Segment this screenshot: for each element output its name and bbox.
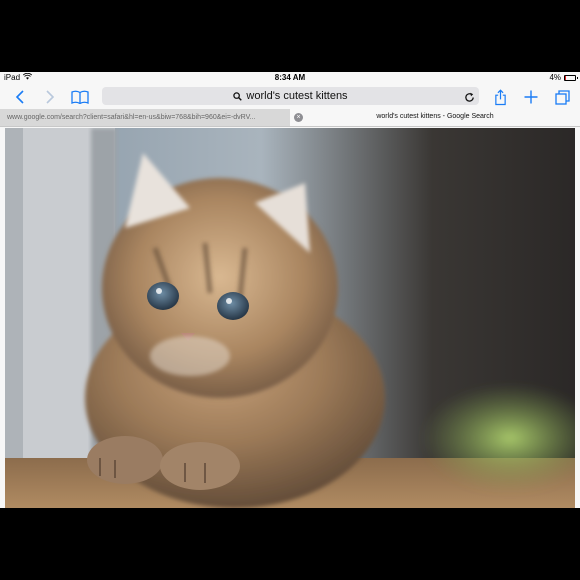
tab-title: world's cutest kittens - Google Search [376, 113, 494, 120]
tab-bar: www.google.com/search?client=safari&hl=e… [0, 109, 580, 127]
book-icon [71, 90, 89, 104]
ipad-screen: iPad 8:34 AM 4% world's cutest kittens w… [0, 72, 580, 508]
tab-title: www.google.com/search?client=safari&hl=e… [7, 114, 256, 121]
tabs-icon [554, 89, 570, 105]
address-text: world's cutest kittens [246, 90, 348, 102]
battery-percent: 4% [549, 73, 561, 82]
chevron-left-icon [15, 90, 24, 104]
kitten-image[interactable] [5, 128, 575, 508]
back-button[interactable] [10, 87, 30, 107]
kitten-photo [5, 128, 575, 508]
reload-button[interactable] [464, 90, 475, 108]
tab-kittens-search[interactable]: × world's cutest kittens - Google Search [290, 109, 580, 126]
reload-icon [465, 92, 474, 102]
tabs-button[interactable] [551, 87, 573, 107]
address-bar[interactable]: world's cutest kittens [102, 87, 479, 105]
bookmarks-button[interactable] [68, 87, 92, 107]
forward-button[interactable] [40, 87, 60, 107]
new-tab-button[interactable] [520, 87, 542, 107]
share-icon [494, 88, 506, 105]
tab-google-url[interactable]: www.google.com/search?client=safari&hl=e… [0, 109, 290, 126]
status-right: 4% [549, 73, 578, 82]
chevron-right-icon [46, 90, 55, 104]
plus-icon [524, 90, 538, 104]
status-time: 8:34 AM [274, 73, 306, 82]
safari-toolbar: world's cutest kittens [0, 84, 580, 109]
share-button[interactable] [490, 87, 510, 107]
search-icon [233, 91, 243, 101]
battery-icon [564, 74, 578, 81]
status-bar: iPad 8:34 AM 4% [0, 72, 580, 84]
